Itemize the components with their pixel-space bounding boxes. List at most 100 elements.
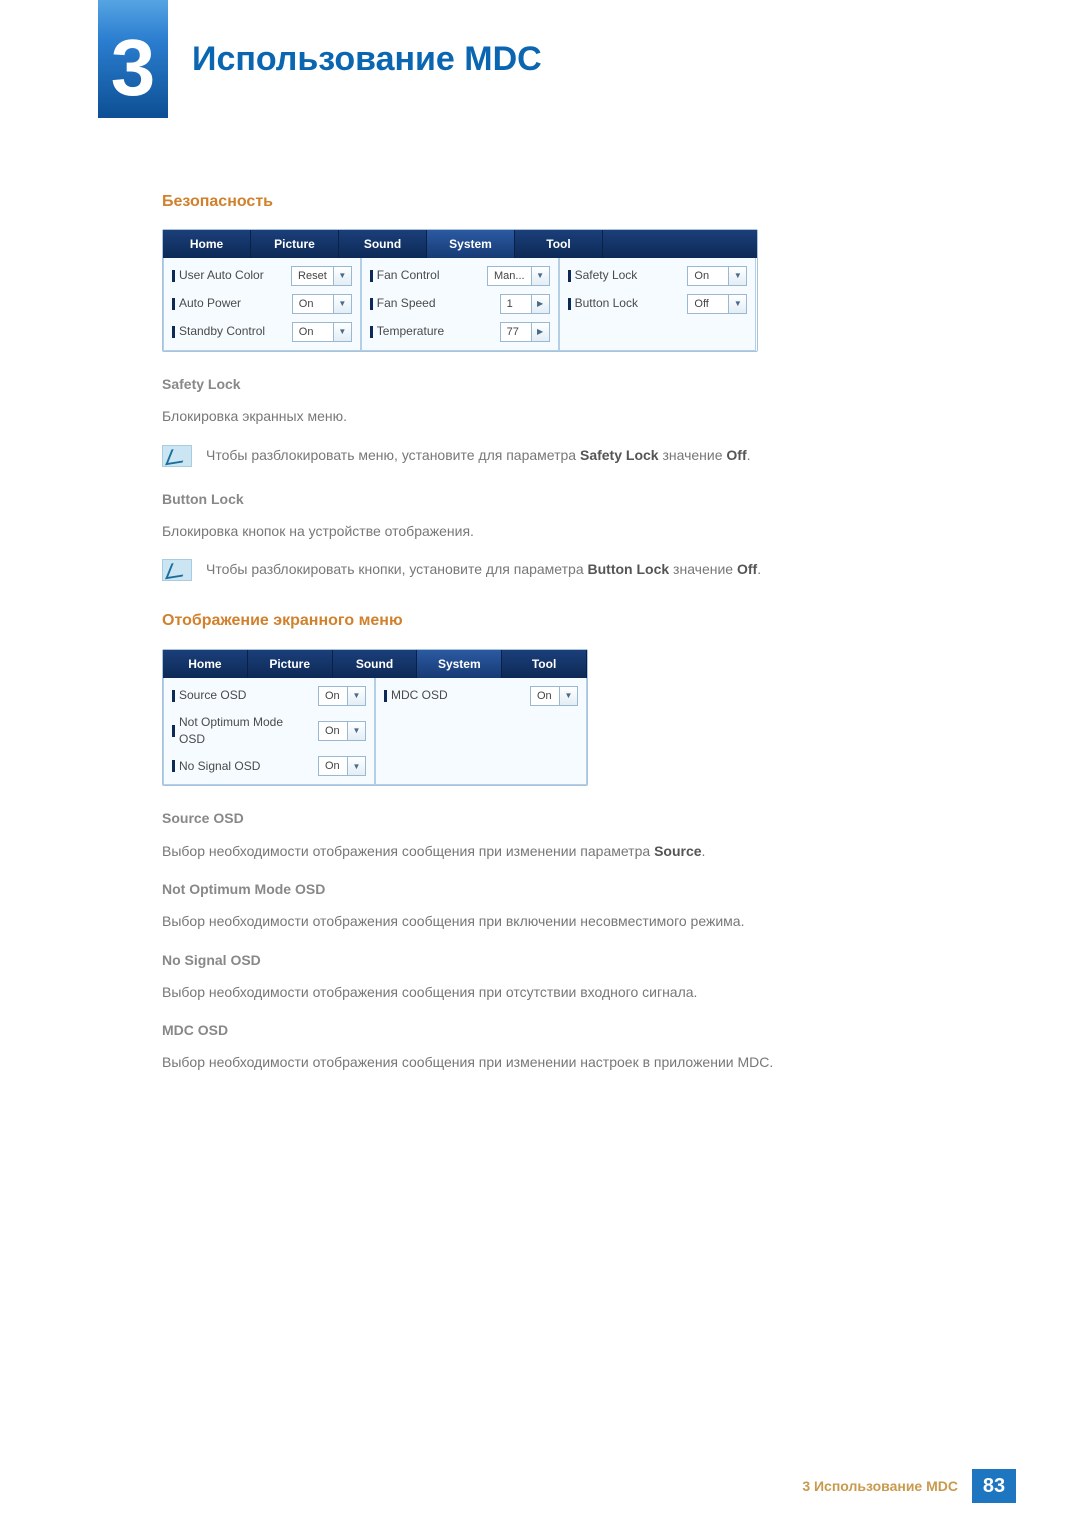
value-temperature[interactable]: 77 xyxy=(500,322,532,342)
label-fan-control: Fan Control xyxy=(377,267,440,284)
security-col-1: User Auto Color Reset▼ Auto Power On▼ St… xyxy=(163,258,361,351)
panel-osd: Home Picture Sound System Tool Source OS… xyxy=(162,649,588,787)
heading-mdc-osd: MDC OSD xyxy=(162,1020,942,1040)
value-no-signal-osd[interactable]: On xyxy=(318,756,348,776)
value-standby-control[interactable]: On xyxy=(292,322,334,342)
value-button-lock[interactable]: Off xyxy=(687,294,729,314)
row-auto-power: Auto Power On▼ xyxy=(172,294,352,314)
text-button-lock-body: Блокировка кнопок на устройстве отображе… xyxy=(162,521,942,541)
note-icon xyxy=(162,559,192,581)
heading-security: Безопасность xyxy=(162,190,942,213)
note-button-lock-text: Чтобы разблокировать кнопки, установите … xyxy=(206,559,761,579)
page-footer: 3 Использование MDC 83 xyxy=(802,1469,1016,1503)
text-safety-lock-body: Блокировка экранных меню. xyxy=(162,406,942,426)
row-fan-speed: Fan Speed 1▶ xyxy=(370,294,550,314)
value-fan-speed[interactable]: 1 xyxy=(500,294,532,314)
tab-home[interactable]: Home xyxy=(163,230,251,258)
chapter-badge: 3 xyxy=(98,0,168,118)
label-user-auto-color: User Auto Color xyxy=(179,267,264,284)
panel-security: Home Picture Sound System Tool User Auto… xyxy=(162,229,758,352)
heading-not-optimum-osd: Not Optimum Mode OSD xyxy=(162,879,942,899)
row-fan-control: Fan Control Man...▼ xyxy=(370,266,550,286)
tab-picture[interactable]: Picture xyxy=(251,230,339,258)
chevron-down-icon[interactable]: ▼ xyxy=(532,266,550,286)
chevron-down-icon[interactable]: ▼ xyxy=(348,686,366,706)
tab-system[interactable]: System xyxy=(417,650,502,678)
value-safety-lock[interactable]: On xyxy=(687,266,729,286)
security-col-3: Safety Lock On▼ Button Lock Off▼ xyxy=(559,258,757,351)
field-marker-icon xyxy=(172,326,175,338)
text-mdc-osd: Выбор необходимости отображения сообщени… xyxy=(162,1052,942,1072)
chevron-down-icon[interactable]: ▼ xyxy=(560,686,578,706)
field-marker-icon xyxy=(568,270,571,282)
chevron-down-icon[interactable]: ▼ xyxy=(334,266,352,286)
field-marker-icon xyxy=(172,725,175,737)
heading-safety-lock: Safety Lock xyxy=(162,374,942,394)
label-not-optimum-osd: Not Optimum Mode OSD xyxy=(179,714,312,749)
label-temperature: Temperature xyxy=(377,323,444,340)
chevron-down-icon[interactable]: ▼ xyxy=(348,721,366,741)
tabbar-osd: Home Picture Sound System Tool xyxy=(163,650,587,678)
chevron-down-icon[interactable]: ▼ xyxy=(729,266,747,286)
row-button-lock: Button Lock Off▼ xyxy=(568,294,748,314)
field-marker-icon xyxy=(568,298,571,310)
osd-col-left: Source OSD On▼ Not Optimum Mode OSD On▼ … xyxy=(163,678,375,786)
page-number: 83 xyxy=(972,1469,1016,1503)
row-standby-control: Standby Control On▼ xyxy=(172,322,352,342)
label-fan-speed: Fan Speed xyxy=(377,295,436,312)
heading-no-signal-osd: No Signal OSD xyxy=(162,950,942,970)
note-safety-lock-text: Чтобы разблокировать меню, установите дл… xyxy=(206,445,751,465)
label-source-osd: Source OSD xyxy=(179,687,246,704)
value-mdc-osd[interactable]: On xyxy=(530,686,560,706)
field-marker-icon xyxy=(172,270,175,282)
chapter-number: 3 xyxy=(98,22,168,114)
row-temperature: Temperature 77▶ xyxy=(370,322,550,342)
field-marker-icon xyxy=(172,298,175,310)
text-not-optimum-osd: Выбор необходимости отображения сообщени… xyxy=(162,911,942,931)
label-safety-lock: Safety Lock xyxy=(575,267,638,284)
row-user-auto-color: User Auto Color Reset▼ xyxy=(172,266,352,286)
security-col-2: Fan Control Man...▼ Fan Speed 1▶ Tempera… xyxy=(361,258,559,351)
chapter-title: Использование MDC xyxy=(192,40,542,79)
tab-sound[interactable]: Sound xyxy=(333,650,418,678)
note-icon xyxy=(162,445,192,467)
field-marker-icon xyxy=(370,270,373,282)
value-source-osd[interactable]: On xyxy=(318,686,348,706)
tab-tool[interactable]: Tool xyxy=(515,230,603,258)
tab-tool[interactable]: Tool xyxy=(502,650,587,678)
tab-picture[interactable]: Picture xyxy=(248,650,333,678)
value-auto-power[interactable]: On xyxy=(292,294,334,314)
field-marker-icon xyxy=(384,690,387,702)
label-no-signal-osd: No Signal OSD xyxy=(179,758,260,775)
tabbar-security: Home Picture Sound System Tool xyxy=(163,230,757,258)
row-safety-lock: Safety Lock On▼ xyxy=(568,266,748,286)
tab-sound[interactable]: Sound xyxy=(339,230,427,258)
chevron-right-icon[interactable]: ▶ xyxy=(532,294,550,314)
osd-col-right: MDC OSD On▼ xyxy=(375,678,587,786)
field-marker-icon xyxy=(370,326,373,338)
footer-text: 3 Использование MDC xyxy=(802,1478,958,1494)
field-marker-icon xyxy=(370,298,373,310)
heading-osd: Отображение экранного меню xyxy=(162,609,942,632)
label-mdc-osd: MDC OSD xyxy=(391,687,448,704)
chevron-down-icon[interactable]: ▼ xyxy=(729,294,747,314)
heading-button-lock: Button Lock xyxy=(162,489,942,509)
text-no-signal-osd: Выбор необходимости отображения сообщени… xyxy=(162,982,942,1002)
row-source-osd: Source OSD On▼ xyxy=(172,686,366,706)
row-mdc-osd: MDC OSD On▼ xyxy=(384,686,578,706)
field-marker-icon xyxy=(172,760,175,772)
chevron-down-icon[interactable]: ▼ xyxy=(334,322,352,342)
text-source-osd: Выбор необходимости отображения сообщени… xyxy=(162,841,942,861)
label-standby-control: Standby Control xyxy=(179,323,265,340)
chevron-down-icon[interactable]: ▼ xyxy=(334,294,352,314)
value-not-optimum-osd[interactable]: On xyxy=(318,721,348,741)
label-button-lock: Button Lock xyxy=(575,295,638,312)
value-fan-control[interactable]: Man... xyxy=(487,266,532,286)
note-button-lock: Чтобы разблокировать кнопки, установите … xyxy=(162,559,942,581)
tab-home[interactable]: Home xyxy=(163,650,248,678)
tab-system[interactable]: System xyxy=(427,230,515,258)
value-user-auto-color[interactable]: Reset xyxy=(291,266,334,286)
label-auto-power: Auto Power xyxy=(179,295,241,312)
chevron-right-icon[interactable]: ▶ xyxy=(532,322,550,342)
chevron-down-icon[interactable]: ▼ xyxy=(348,756,366,776)
